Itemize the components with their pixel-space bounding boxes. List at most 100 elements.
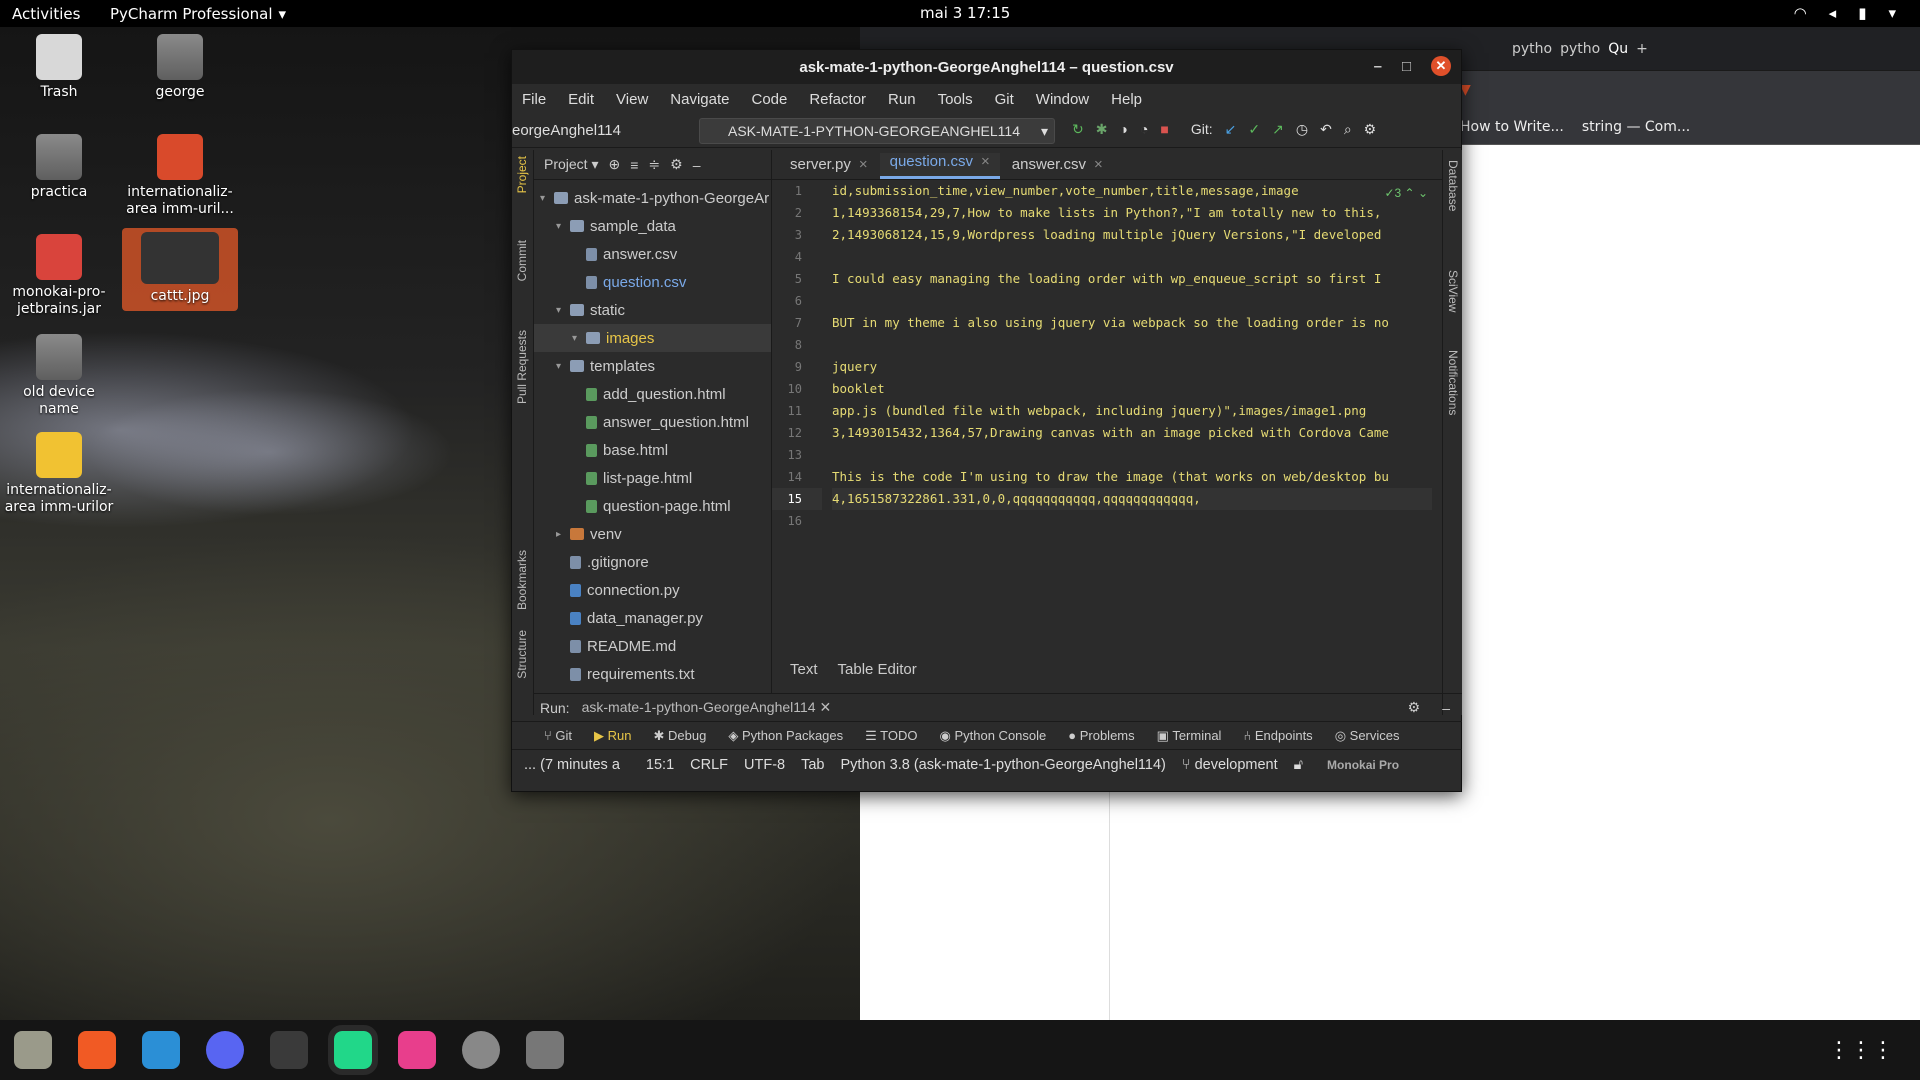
desktop-icon-jar[interactable]: monokai-pro-jetbrains.jar <box>4 234 114 318</box>
close-tab-icon[interactable]: × <box>1094 156 1103 173</box>
tool-tab-notifications[interactable]: Notifications <box>1446 350 1460 415</box>
coverage-icon[interactable]: ◑ <box>1119 121 1127 138</box>
desktop-icon-practica[interactable]: practica <box>4 134 114 201</box>
code-line[interactable] <box>832 510 1432 532</box>
python-interpreter[interactable]: Python 3.8 (ask-mate-1-python-GeorgeAngh… <box>841 757 1166 773</box>
menu-navigate[interactable]: Navigate <box>670 91 729 108</box>
desktop-icon-cattt[interactable]: cattt.jpg <box>122 228 238 311</box>
git-branch[interactable]: ⑂ development <box>1182 757 1278 773</box>
tool-tab-database[interactable]: Database <box>1446 160 1460 211</box>
menu-view[interactable]: View <box>616 91 648 108</box>
debug-icon[interactable]: ✱ <box>1096 121 1108 138</box>
tree-item[interactable]: question-page.html <box>534 492 771 520</box>
code-line[interactable]: 4,1651587322861.331,0,0,qqqqqqqqqqq,qqqq… <box>832 488 1432 510</box>
tool-window-button[interactable]: ◎ Services <box>1335 728 1400 744</box>
brave-icon[interactable] <box>78 1031 116 1069</box>
tool-window-button[interactable]: ◈ Python Packages <box>728 728 843 744</box>
push-icon[interactable]: ↗ <box>1272 121 1284 138</box>
system-tray[interactable]: ◠ ◂ ▮ ▾ <box>1794 4 1896 22</box>
bookmark-item[interactable]: How to Write... <box>1460 119 1564 135</box>
tree-item[interactable]: list-page.html <box>534 464 771 492</box>
code-line[interactable]: jquery <box>832 356 1432 378</box>
project-view-select[interactable]: Project ▾ <box>544 156 599 173</box>
clock[interactable]: mai 3 17:15 <box>920 4 1010 22</box>
close-tab-icon[interactable]: × <box>981 153 990 170</box>
close-icon[interactable]: ✕ <box>1431 56 1451 76</box>
profile-icon[interactable]: ◔ <box>1140 121 1148 138</box>
code-line[interactable] <box>832 444 1432 466</box>
jetbrains-toolbox-icon[interactable] <box>398 1031 436 1069</box>
theme-indicator[interactable]: Monokai Pro <box>1327 758 1399 772</box>
tree-item[interactable]: ▾ sample_data <box>534 212 771 240</box>
tree-item[interactable]: connection.py <box>534 576 771 604</box>
desktop-icon-old-device[interactable]: old device name <box>4 334 114 418</box>
activities-button[interactable]: Activities <box>12 5 80 23</box>
code-line[interactable]: app.js (bundled file with webpack, inclu… <box>832 400 1432 422</box>
gear-icon[interactable]: ⚙ <box>1408 699 1421 716</box>
app-menu[interactable]: PyCharm Professional ▾ <box>110 5 286 23</box>
app-grid-icon[interactable]: ⋮⋮⋮ <box>1828 1038 1894 1063</box>
hide-icon[interactable]: – <box>1442 700 1450 716</box>
settings-icon[interactable] <box>462 1031 500 1069</box>
menu-window[interactable]: Window <box>1036 91 1089 108</box>
history-icon[interactable]: ◷ <box>1296 121 1308 138</box>
stop-icon[interactable]: ■ <box>1160 121 1168 138</box>
menu-edit[interactable]: Edit <box>568 91 594 108</box>
tree-item[interactable]: add_question.html <box>534 380 771 408</box>
desktop-icon-archive[interactable]: internationaliz-area imm-urilor <box>4 432 114 516</box>
tool-tab-structure[interactable]: Structure <box>515 630 529 679</box>
menu-tools[interactable]: Tools <box>938 91 973 108</box>
tree-item[interactable]: question.csv <box>534 268 771 296</box>
tree-item[interactable]: ▸ venv <box>534 520 771 548</box>
tree-item[interactable]: ▾ ask-mate-1-python-GeorgeAr <box>534 184 771 212</box>
lock-icon[interactable]: 🔓︎ <box>1294 757 1303 773</box>
expand-arrow-icon[interactable]: ▾ <box>572 333 586 344</box>
browser-tab[interactable]: pytho <box>1560 41 1600 57</box>
maximize-icon[interactable]: □ <box>1402 58 1411 75</box>
editor-tab[interactable]: server.py × <box>780 156 878 179</box>
tree-item[interactable]: requirements.txt <box>534 660 771 688</box>
tree-item[interactable]: answer.csv <box>534 240 771 268</box>
code-line[interactable]: booklet <box>832 378 1432 400</box>
menu-run[interactable]: Run <box>888 91 916 108</box>
code-line[interactable]: 3,1493015432,1364,57,Drawing canvas with… <box>832 422 1432 444</box>
pycharm-icon[interactable] <box>328 1025 378 1075</box>
editor-tab[interactable]: question.csv × <box>879 153 1000 179</box>
code-line[interactable] <box>832 246 1432 268</box>
expand-arrow-icon[interactable]: ▾ <box>556 221 570 232</box>
code-line[interactable]: 1,1493368154,29,7,How to make lists in P… <box>832 202 1432 224</box>
rerun-icon[interactable]: ↻ <box>1072 121 1084 138</box>
inspection-widget[interactable]: ✓3 ⌃ ⌄ <box>1384 186 1428 200</box>
tree-item[interactable]: .gitignore <box>534 548 771 576</box>
menu-git[interactable]: Git <box>995 91 1014 108</box>
tree-item[interactable]: base.html <box>534 436 771 464</box>
tree-item[interactable]: data_manager.py <box>534 604 771 632</box>
tool-window-button[interactable]: ✱ Debug <box>654 728 707 744</box>
indent-setting[interactable]: Tab <box>801 757 824 773</box>
vscode-icon[interactable] <box>142 1031 180 1069</box>
tree-item[interactable]: answer_question.html <box>534 408 771 436</box>
line-separator[interactable]: CRLF <box>690 757 728 773</box>
code-line[interactable]: id,submission_time,view_number,vote_numb… <box>832 180 1432 202</box>
code-line[interactable]: This is the code I'm using to draw the i… <box>832 466 1432 488</box>
breadcrumb-project[interactable]: eorgeAnghel114 <box>512 122 621 139</box>
code-line[interactable] <box>832 334 1432 356</box>
tab-table-editor[interactable]: Table Editor <box>838 661 917 678</box>
discord-icon[interactable] <box>206 1031 244 1069</box>
code-editor[interactable]: id,submission_time,view_number,vote_numb… <box>832 180 1432 660</box>
tab-text[interactable]: Text <box>790 661 818 678</box>
tool-window-button[interactable]: ☰ TODO <box>865 728 917 744</box>
tool-tab-sciview[interactable]: SciView <box>1446 270 1460 312</box>
cursor-position[interactable]: 15:1 <box>646 757 674 773</box>
expand-arrow-icon[interactable]: ▾ <box>556 361 570 372</box>
terminal-icon[interactable] <box>270 1031 308 1069</box>
tool-window-button[interactable]: ● Problems <box>1068 728 1134 743</box>
settings-icon[interactable]: ⚙ <box>1364 121 1377 138</box>
commit-icon[interactable]: ✓ <box>1248 121 1260 138</box>
locate-icon[interactable]: ⊕ <box>609 156 621 173</box>
run-tab[interactable]: ask-mate-1-python-GeorgeAnghel114 ✕ <box>582 699 832 716</box>
tool-window-button[interactable]: ▣ Terminal <box>1157 728 1222 744</box>
tool-tab-bookmarks[interactable]: Bookmarks <box>515 550 529 610</box>
tool-tab-commit[interactable]: Commit <box>515 240 529 281</box>
tool-window-button[interactable]: ⑂ Git <box>544 728 572 743</box>
